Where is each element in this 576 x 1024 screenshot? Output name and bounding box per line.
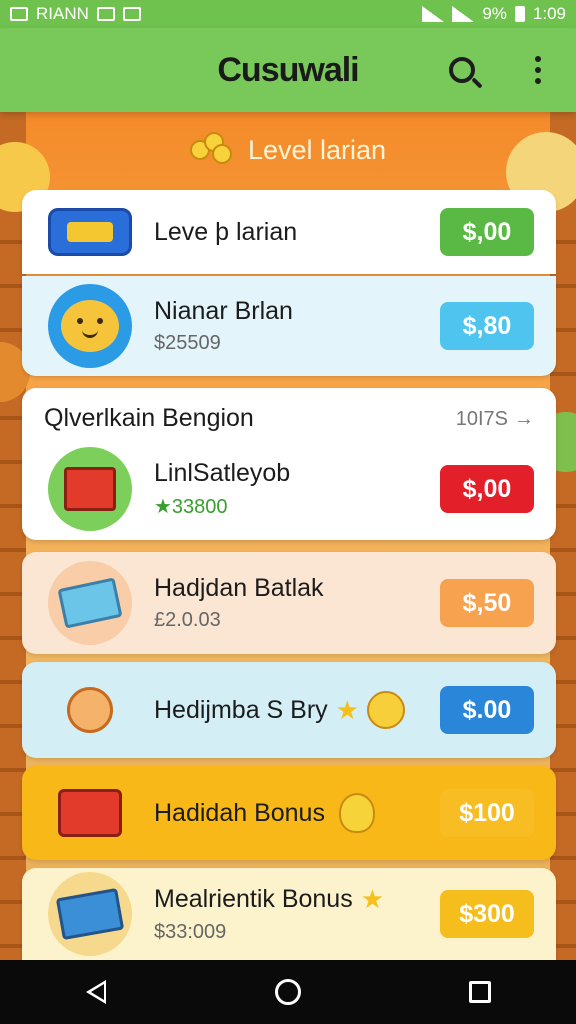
kid-gift-icon <box>48 668 132 752</box>
gift-book-icon <box>48 447 132 531</box>
coins-icon <box>189 132 234 168</box>
level-title: Level larian <box>247 134 387 165</box>
item-name: Hedijmba S Bry <box>154 695 328 724</box>
item-subtitle: ★33800 <box>154 496 228 518</box>
search-button[interactable] <box>440 48 484 92</box>
bulb-face-icon <box>366 691 405 729</box>
signal-icon <box>452 6 475 22</box>
list-item[interactable]: Hedijmba S Bry ★ $.00 <box>22 662 556 758</box>
item-name: Leve þ larian <box>154 217 298 246</box>
see-all-link[interactable]: 10I7S → <box>456 408 534 431</box>
item-name: Nianar Brlan <box>154 297 293 325</box>
list-item[interactable]: LinlSatleyob ★33800 $,00 <box>22 444 556 534</box>
game-notification-icon <box>122 7 141 21</box>
price-button[interactable]: $100 <box>440 789 534 837</box>
recents-icon <box>469 981 491 1003</box>
bulb-icon <box>338 793 375 833</box>
system-navigation-bar <box>0 960 576 1024</box>
wifi-icon <box>422 6 445 22</box>
back-button[interactable] <box>66 962 126 1022</box>
price-button[interactable]: $,50 <box>440 579 534 627</box>
red-gift-icon <box>48 771 132 855</box>
home-icon <box>275 979 301 1005</box>
card-arrow-icon <box>48 561 132 645</box>
notification-icon <box>10 7 28 21</box>
home-button[interactable] <box>258 962 318 1022</box>
treasure-map-icon <box>48 872 132 956</box>
level-banner: Level larian <box>0 112 576 188</box>
battery-icon <box>514 6 525 22</box>
clock: 1:09 <box>532 4 566 23</box>
star-icon: ★ <box>360 884 385 914</box>
item-name: Hadidah Bonus <box>154 798 325 827</box>
carrier-label: RIANN <box>36 4 89 23</box>
price-button[interactable]: $,00 <box>440 465 534 513</box>
back-icon <box>86 980 106 1004</box>
see-all-label: 10I7S <box>455 408 508 430</box>
overflow-menu-button[interactable] <box>516 48 560 92</box>
star-icon: ★ <box>335 694 359 725</box>
item-subtitle: £2.0.03 <box>154 609 221 631</box>
list-item[interactable]: Leve þ larian $,00 <box>22 190 556 274</box>
app-bar: Cusuwali <box>0 28 576 112</box>
bear-face-icon <box>48 284 132 368</box>
arrow-right-icon: → <box>514 408 534 430</box>
item-name: Hadjdan Batlak <box>154 574 324 602</box>
price-button[interactable]: $.00 <box>440 686 534 734</box>
app-notification-icon <box>96 7 115 21</box>
item-name: LinlSatleyob <box>154 459 291 487</box>
section-card: Qlverlkain Bengion 10I7S → LinlSatleyob … <box>22 388 556 540</box>
list-item[interactable]: Mealrientik Bonus ★ $33:009 $300 <box>22 868 556 960</box>
status-bar: RIANN 9% 1:09 <box>0 0 576 28</box>
game-controller-icon <box>48 208 132 256</box>
recents-button[interactable] <box>450 962 510 1022</box>
item-name: Mealrientik Bonus <box>154 885 353 913</box>
list-item[interactable]: Hadidah Bonus $100 <box>22 766 556 860</box>
battery-percent: 9% <box>482 4 507 23</box>
more-vert-icon <box>535 56 541 84</box>
price-button[interactable]: $,00 <box>440 208 534 256</box>
item-subtitle: $33:009 <box>154 921 227 943</box>
list-item[interactable]: Nianar Brlan $25509 $,80 <box>22 276 556 376</box>
list-item[interactable]: Hadjdan Batlak £2.0.03 $,50 <box>22 552 556 654</box>
section-title: Qlverlkain Bengion <box>44 404 254 432</box>
search-icon <box>449 57 475 83</box>
item-subtitle: $25509 <box>154 332 221 354</box>
price-button[interactable]: $,80 <box>440 302 534 350</box>
app-title: Cusuwali <box>217 50 359 89</box>
price-button[interactable]: $300 <box>440 890 534 938</box>
